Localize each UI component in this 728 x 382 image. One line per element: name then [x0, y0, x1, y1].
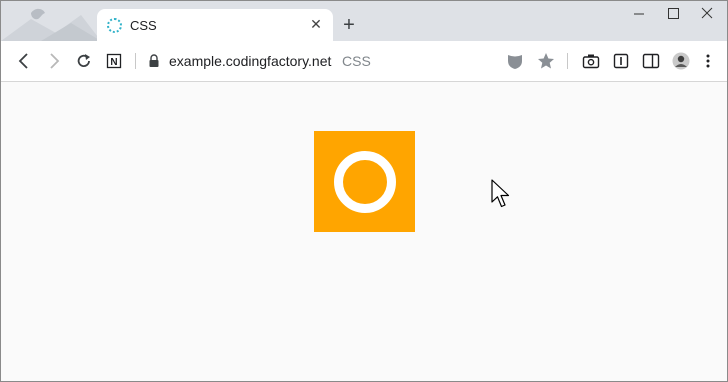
shield-extension-button[interactable] [504, 50, 526, 72]
reload-button[interactable] [73, 50, 95, 72]
maximize-icon[interactable] [663, 5, 683, 23]
avatar [672, 52, 690, 70]
sidebar-button[interactable] [640, 50, 662, 72]
sidebar-icon [642, 53, 660, 69]
tab-title: CSS [130, 18, 157, 33]
more-vertical-icon [706, 54, 710, 68]
tab-close-icon[interactable]: ✕ [307, 15, 325, 33]
title-bar: CSS ✕ + [1, 1, 727, 41]
arrow-left-icon [18, 53, 28, 69]
camera-icon [582, 54, 600, 69]
toolbar-separator [567, 53, 568, 69]
notion-icon: N [106, 53, 122, 69]
menu-button[interactable] [697, 50, 719, 72]
lock-icon [149, 54, 159, 67]
forward-button[interactable] [43, 50, 65, 72]
loading-favicon-icon [107, 18, 122, 33]
svg-text:N: N [110, 57, 117, 68]
notion-button[interactable]: N [103, 50, 125, 72]
screenshot-button[interactable] [580, 50, 602, 72]
orange-box [314, 131, 415, 232]
browser-toolbar: N example.codingfactory.net CSS [1, 41, 727, 82]
shield-extension-icon [508, 55, 522, 69]
minimize-icon[interactable] [629, 5, 649, 23]
browser-window: CSS ✕ + N example.codingfactory.net CSS [0, 0, 728, 382]
url-page-title[interactable]: CSS [342, 53, 371, 69]
toolbar-separator [135, 53, 136, 69]
reader-icon [613, 53, 629, 69]
back-button[interactable] [13, 50, 35, 72]
white-ring [334, 151, 396, 213]
page-content [1, 82, 727, 381]
reader-button[interactable] [610, 50, 632, 72]
star-icon [538, 53, 554, 69]
profile-avatar-button[interactable] [670, 50, 692, 72]
active-tab[interactable]: CSS ✕ [97, 9, 333, 41]
mouse-cursor-icon [491, 179, 510, 208]
reload-icon [77, 54, 90, 67]
arrow-right-icon [50, 53, 60, 69]
bookmark-button[interactable] [535, 50, 557, 72]
url-domain[interactable]: example.codingfactory.net [169, 53, 331, 69]
close-window-icon[interactable] [697, 5, 717, 23]
site-info-button[interactable] [143, 50, 165, 72]
theme-decoration [1, 8, 101, 41]
new-tab-button[interactable]: + [338, 14, 360, 36]
